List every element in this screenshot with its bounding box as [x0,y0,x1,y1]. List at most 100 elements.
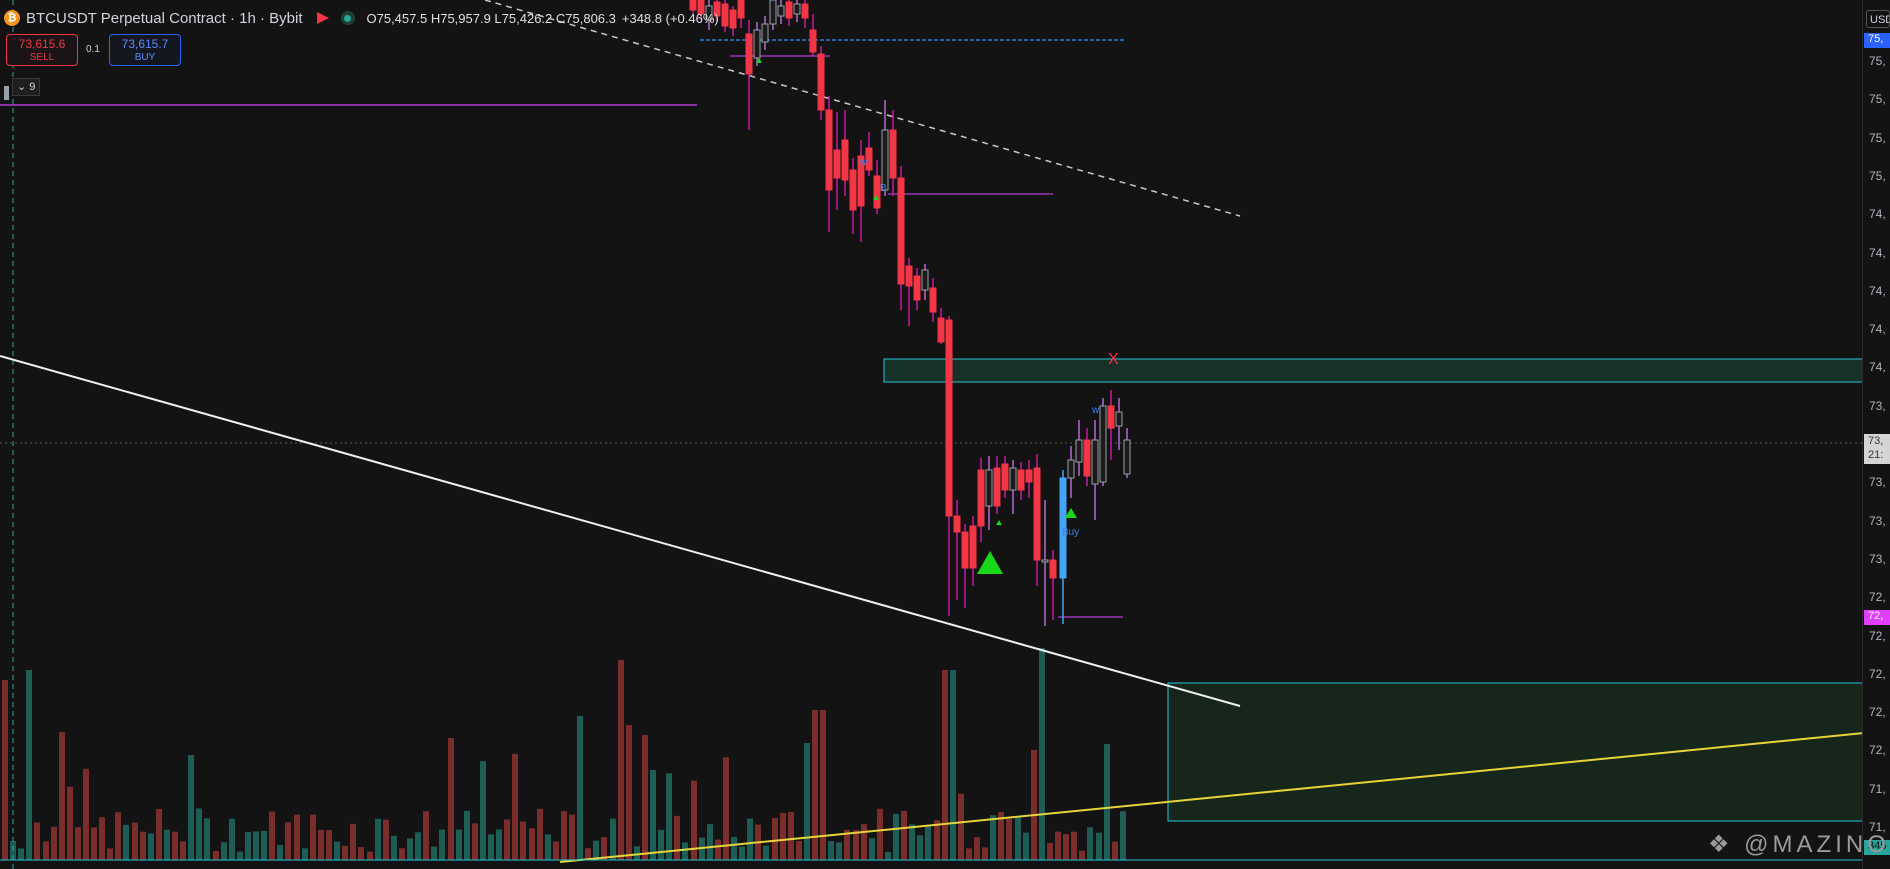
candle-body[interactable] [825,109,833,191]
small-buy-triangle[interactable] [1065,508,1077,518]
candle-body[interactable] [1099,405,1107,483]
large-buy-triangle[interactable] [977,551,1003,574]
buy-button[interactable]: 73,615.7 BUY [109,34,181,66]
candle-body[interactable] [1033,467,1041,561]
candle-body[interactable] [721,3,729,27]
candle-body[interactable] [1091,439,1099,485]
candle-body[interactable] [969,525,977,569]
volume-bar [431,846,437,860]
candle-body[interactable] [945,319,953,517]
candle-body[interactable] [817,53,825,111]
candle-body[interactable] [737,0,745,19]
volume-bar [310,814,316,860]
volume-bar [545,834,551,860]
candle-body[interactable] [1025,469,1033,483]
candle-body[interactable] [961,531,969,569]
volume-bar [439,829,445,860]
b-signal-label: B [880,183,887,194]
volume-bar [294,814,300,860]
candle-body[interactable] [985,469,993,507]
candle-body[interactable] [1123,439,1131,475]
candle-body[interactable] [793,3,801,15]
sell-button[interactable]: 73,615.6 SELL [6,34,78,66]
candle-body[interactable] [905,265,913,287]
candle-body[interactable] [993,467,1001,507]
volume-bar [1039,648,1045,860]
volume-bar [942,670,948,860]
market-status-icon[interactable] [340,11,355,25]
candle-body[interactable] [1107,405,1115,429]
flag-icon[interactable] [316,12,329,24]
candle-body[interactable] [777,5,785,17]
volume-bar [358,847,364,860]
volume-bar [245,832,251,860]
volume-bar [682,842,688,860]
candle-body[interactable] [889,129,897,179]
order-quantity[interactable]: 0.1 [86,44,100,55]
volume-bar [715,839,721,860]
currency-selector[interactable]: USD [1866,10,1890,28]
candle-body[interactable] [761,23,769,43]
volume-bar [788,812,794,860]
w-signal-label-2: w [859,157,868,168]
candle-body[interactable] [785,1,793,19]
volume-bar [674,815,680,860]
candle-body[interactable] [1115,411,1123,427]
candle-body[interactable] [1041,559,1049,563]
candle-body[interactable] [1083,439,1091,477]
symbol-title[interactable]: BTCUSDT Perpetual Contract · 1h · Bybit [26,10,303,27]
candle-body[interactable] [769,0,777,25]
candle-body[interactable] [729,9,737,29]
candle-body[interactable] [745,33,753,75]
candle-body[interactable] [913,275,921,301]
resistance-zone[interactable] [883,358,1865,383]
candle-body[interactable] [977,469,985,527]
candle-body[interactable] [937,317,945,343]
candle-body[interactable] [1017,469,1025,491]
volume-bar [464,810,470,860]
price-tick: 74, [1869,245,1886,260]
volume-bar [43,841,49,860]
volume-bar [772,818,778,860]
volume-bar [917,835,923,860]
volume-bar [140,831,146,860]
candle-body[interactable] [1075,439,1083,463]
candle-body[interactable] [801,3,809,19]
volume-bar [448,737,454,860]
volume-bar [634,846,640,860]
candle-body[interactable] [753,29,761,59]
demand-zone[interactable] [1167,682,1865,822]
symbol-legend[interactable]: ₿ BTCUSDT Perpetual Contract · 1h · Bybi… [4,6,719,30]
price-tick: 72, [1869,628,1886,643]
candle-body[interactable] [929,287,937,313]
countdown-label: 21: [1868,449,1884,461]
candle-body[interactable] [921,269,929,291]
volume-bar [132,822,138,860]
price-chart[interactable]: X Buy w w B [0,0,1890,869]
candle-body[interactable] [1067,459,1075,479]
volume-bar [83,768,89,860]
candle-body[interactable] [833,149,841,179]
volume-bar [75,827,81,860]
candle-body[interactable] [897,177,905,285]
candle-body[interactable] [1001,463,1009,491]
candle-body[interactable] [4,86,9,100]
candle-body[interactable] [881,129,889,191]
price-tick: 74, [1869,322,1886,337]
candle-body[interactable] [841,139,849,181]
volume-bar [747,818,753,860]
price-tick: 75, [1869,130,1886,145]
candle-body[interactable] [849,169,857,211]
candle-body[interactable] [1009,467,1017,491]
volume-bar [367,851,373,860]
volume-bar [561,811,567,860]
candle-body[interactable] [953,515,961,533]
volume-bar [1096,832,1102,860]
candle-body[interactable] [1049,559,1057,579]
candle-body[interactable] [809,29,817,53]
white-trendline[interactable] [0,355,1241,707]
candlestick-series [4,0,1131,626]
volume-bar [650,770,656,860]
volume-bar [188,755,194,860]
indicators-collapse-button[interactable]: ⌄ 9 [12,78,41,96]
